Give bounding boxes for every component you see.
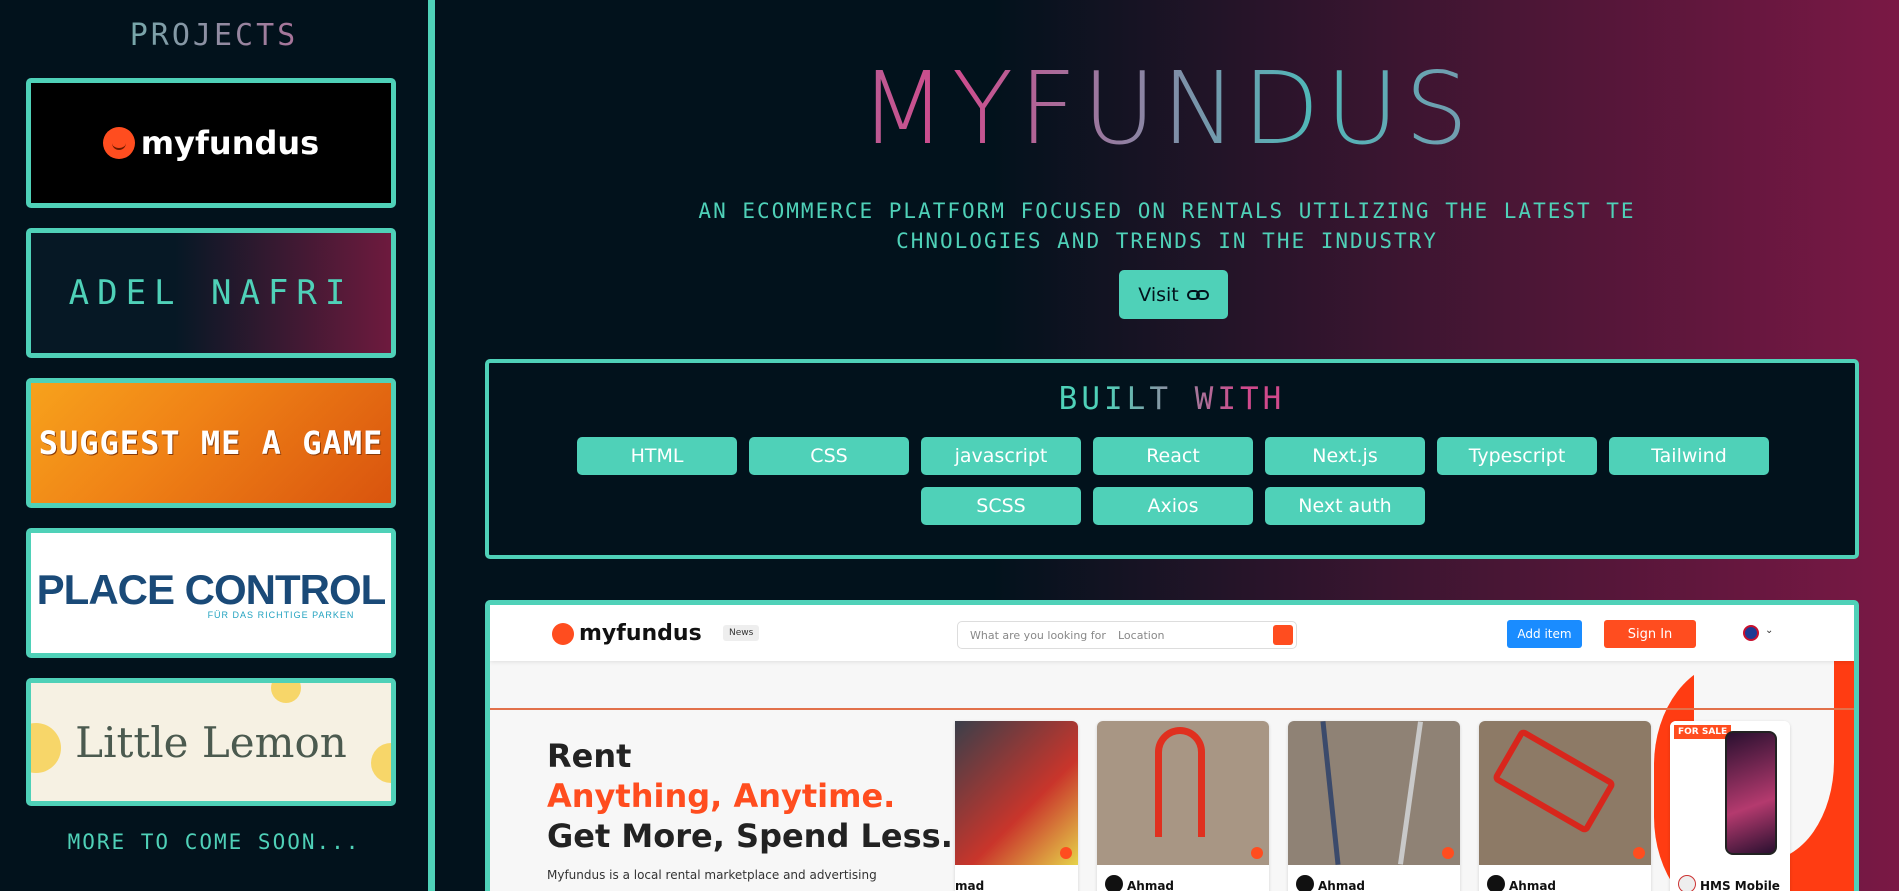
tech-chip: HTML	[577, 437, 737, 475]
avatar	[1296, 875, 1314, 891]
project-card-label: myfundus	[140, 124, 320, 162]
logo-text: myfundus	[579, 621, 702, 646]
visit-button[interactable]: Visit	[1119, 270, 1228, 319]
project-card-place-control[interactable]: PLACE CONTROL FÜR DAS RICHTIGE PARKEN	[26, 528, 396, 658]
lemon-icon	[31, 723, 61, 773]
project-screenshot: myfundus News What are you looking for L…	[485, 600, 1859, 891]
project-card-label: Little Lemon	[75, 717, 347, 767]
product-owner: Ahmad	[1509, 879, 1557, 891]
tech-chip: Axios	[1093, 487, 1253, 525]
projects-sidebar: PROJECTS myfundus ADEL NAFRI SUGGEST ME …	[0, 0, 428, 891]
lemon-icon	[271, 683, 301, 703]
project-card-label: ADEL NAFRI	[68, 273, 354, 313]
add-item-button: Add item	[1507, 620, 1582, 648]
tech-chip: javascript	[921, 437, 1081, 475]
project-card-suggest-game[interactable]: SUGGEST ME A GAME	[26, 378, 396, 508]
search-placeholder: What are you looking for	[970, 629, 1106, 642]
product-owner: Ahmad	[1127, 879, 1175, 891]
product-owner: HMS Mobile	[1700, 879, 1780, 891]
link-icon	[1186, 289, 1209, 300]
description-line: AN ECOMMERCE PLATFORM FOCUSED ON RENTALS…	[698, 199, 1636, 223]
description-line: CHNOLOGIES AND TRENDS IN THE INDUSTRY	[896, 229, 1438, 253]
product-image: FOR SALE	[1670, 721, 1790, 865]
myfundus-logo: myfundus	[102, 124, 320, 162]
divider	[490, 708, 1854, 710]
hero-line: Anything, Anytime.	[547, 777, 896, 815]
avatar	[1105, 875, 1123, 891]
hero-line: Get More, Spend Less.	[547, 817, 953, 855]
sidebar-divider	[428, 0, 435, 891]
screenshot-logo: myfundus	[552, 621, 702, 646]
tech-chip: SCSS	[921, 487, 1081, 525]
tech-chip: Next auth	[1265, 487, 1425, 525]
tech-chip: Tailwind	[1609, 437, 1769, 475]
screenshot-search: What are you looking for Location	[957, 621, 1297, 649]
project-card-little-lemon[interactable]: Little Lemon	[26, 678, 396, 806]
project-card-sublabel: FÜR DAS RICHTIGE PARKEN	[207, 610, 355, 620]
product-card: Ahmad	[1097, 721, 1269, 891]
favorite-icon	[1633, 847, 1645, 859]
product-image	[1097, 721, 1269, 865]
product-image	[1479, 721, 1651, 865]
project-card-adel-nafri[interactable]: ADEL NAFRI	[26, 228, 396, 358]
tech-chip: React	[1093, 437, 1253, 475]
product-card: Ahmad	[1479, 721, 1651, 891]
search-icon	[1273, 625, 1293, 645]
product-owner: mad	[955, 879, 985, 891]
news-badge: News	[723, 625, 760, 641]
product-card: Ahmad	[1288, 721, 1460, 891]
favorite-icon	[1060, 847, 1072, 859]
product-card: FOR SALE HMS Mobile	[1670, 721, 1790, 891]
tech-chip: Next.js	[1265, 437, 1425, 475]
built-with-title: BUILT WITH	[489, 381, 1855, 417]
sign-in-button: Sign In	[1604, 620, 1696, 648]
hero-text: Myfundus is a local rental marketplace a…	[547, 868, 877, 882]
visit-label: Visit	[1138, 283, 1179, 306]
product-owner: Ahmad	[1318, 879, 1366, 891]
built-with-panel: BUILT WITH HTML CSS javascript React Nex…	[485, 359, 1859, 559]
avatar	[1678, 875, 1696, 891]
project-detail: MYFUNDUS AN ECOMMERCE PLATFORM FOCUSED O…	[435, 0, 1899, 891]
avatar	[1487, 875, 1505, 891]
product-image	[955, 721, 1078, 865]
project-card-label: SUGGEST ME A GAME	[38, 424, 384, 462]
tech-chip: Typescript	[1437, 437, 1597, 475]
smiley-icon	[552, 622, 574, 645]
more-soon-text: MORE TO COME SOON...	[67, 830, 361, 854]
tech-chip: CSS	[749, 437, 909, 475]
favorite-icon	[1442, 847, 1454, 859]
product-image	[1288, 721, 1460, 865]
project-title: MYFUNDUS	[435, 50, 1899, 167]
uk-flag-icon	[1743, 625, 1759, 641]
location-placeholder: Location	[1118, 629, 1165, 642]
product-card: mad	[955, 721, 1078, 891]
favorite-icon	[1251, 847, 1263, 859]
screenshot-navbar: myfundus News What are you looking for L…	[490, 605, 1854, 661]
project-card-label: PLACE CONTROL	[36, 566, 387, 613]
project-card-myfundus[interactable]: myfundus	[26, 78, 396, 208]
lemon-icon	[371, 743, 391, 783]
sidebar-title: PROJECTS	[0, 18, 428, 53]
project-description: AN ECOMMERCE PLATFORM FOCUSED ON RENTALS…	[685, 196, 1649, 256]
smiley-icon	[102, 127, 135, 159]
hero-line: Rent	[547, 737, 632, 775]
chevron-down-icon: ⌄	[1765, 625, 1774, 636]
for-sale-badge: FOR SALE	[1674, 725, 1732, 739]
